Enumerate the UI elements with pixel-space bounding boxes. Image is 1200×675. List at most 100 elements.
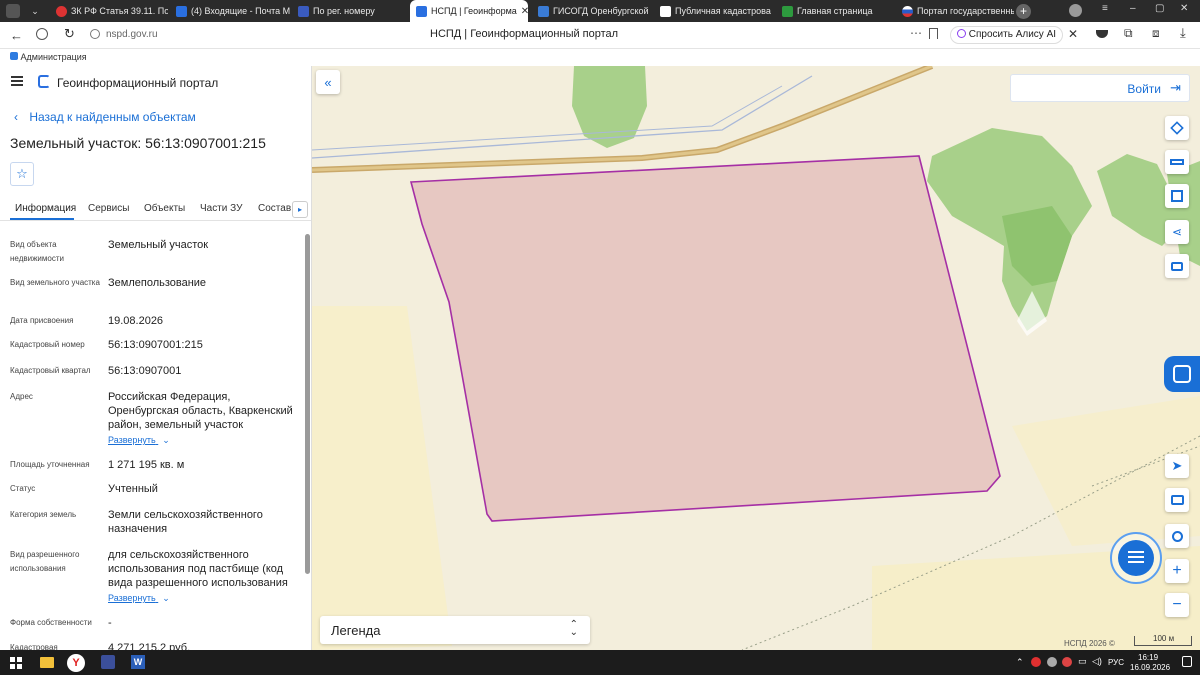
info-row: Вид земельного участка Землепользование	[10, 276, 302, 306]
browser-tab[interactable]: Главная страница	[776, 0, 894, 22]
star-icon: ☆	[16, 166, 28, 181]
share-button[interactable]: ⋖	[1165, 220, 1189, 244]
notifications-icon[interactable]	[1182, 656, 1192, 667]
info-value: Земли сельскохозяйственного назначения	[108, 509, 263, 535]
back-link[interactable]: ‹ Назад к найденным объектам	[14, 110, 196, 124]
info-value[interactable]: 56:13:0907001:215	[108, 338, 296, 352]
reload-icon[interactable]: ↻	[64, 26, 75, 42]
hamburger-menu-icon[interactable]	[11, 76, 23, 86]
shield-icon[interactable]	[36, 28, 48, 40]
download-icon[interactable]: ⤓	[1180, 25, 1186, 41]
tab-services[interactable]: Сервисы	[88, 203, 129, 214]
app-title: Геоинформационный портал	[57, 76, 219, 90]
zoom-in-button[interactable]: +	[1165, 559, 1189, 583]
object-title: Земельный участок: 56:13:0907001:215	[10, 135, 266, 151]
back-arrow-icon[interactable]: ←	[10, 28, 23, 43]
info-row: Дата присвоения 19.08.2026	[10, 314, 302, 330]
tabs-dropdown-icon[interactable]: ⌄	[28, 4, 42, 18]
tray-icon[interactable]	[1062, 657, 1072, 667]
chevron-updown-icon[interactable]: ⌃ ⌄	[570, 620, 578, 638]
expand-address-link[interactable]: Развернуть ⌄	[108, 435, 170, 446]
tabs-divider	[0, 220, 311, 221]
tab-info[interactable]: Информация	[15, 203, 76, 214]
extension-icon[interactable]	[1096, 30, 1108, 38]
minimap-button[interactable]	[1165, 488, 1189, 512]
network-icon[interactable]: ▭	[1078, 656, 1087, 667]
tab-objects[interactable]: Объекты	[144, 203, 185, 214]
clock-date[interactable]: 16.09.2026	[1130, 663, 1170, 672]
collapse-panel-button[interactable]: «	[316, 70, 340, 94]
geolocation-button[interactable]	[1165, 524, 1189, 548]
puzzle-icon[interactable]: ⧉	[1124, 26, 1133, 41]
locate-button[interactable]: ➤	[1165, 454, 1189, 478]
navigate-icon: ➤	[1171, 458, 1183, 473]
bookmark-item[interactable]: Администрация	[10, 52, 87, 62]
select-icon	[1171, 190, 1183, 202]
map-canvas[interactable]	[312, 66, 1200, 650]
target-icon	[1171, 530, 1183, 542]
map-view[interactable]: « Войти ⇥ ⋖ ➤ + − Легенда ⌃ ⌄ НСПД 2026 ©…	[312, 66, 1200, 650]
site-favicon-icon	[660, 5, 671, 17]
browser-tab[interactable]: По рег. номеру	[292, 0, 404, 22]
more-icon[interactable]: ⋯	[910, 26, 922, 40]
mail-favicon-icon	[176, 5, 187, 17]
browser-tab[interactable]: ГИСОГД Оренбургской	[532, 0, 650, 22]
zoom-out-button[interactable]: −	[1165, 593, 1189, 617]
bookmark-icon[interactable]	[929, 28, 938, 39]
info-label: Форма собственности	[10, 618, 92, 627]
expand-usage-link[interactable]: Развернуть ⌄	[108, 593, 170, 604]
volume-icon[interactable]: ◁)	[1092, 656, 1102, 667]
window-menu-icon[interactable]: ≡	[1102, 3, 1108, 14]
language-indicator[interactable]: РУС	[1108, 658, 1124, 667]
chevron-left-icon: ‹	[14, 110, 18, 124]
extension-icon[interactable]: ✕	[1068, 27, 1078, 41]
double-chevron-left-icon: «	[324, 74, 332, 90]
windows-start-icon[interactable]	[10, 657, 22, 669]
map-search-icon	[1173, 365, 1191, 383]
layers-button[interactable]	[1165, 116, 1189, 140]
url-field[interactable]: nspd.gov.ru	[106, 29, 158, 40]
new-tab-button[interactable]: +	[1016, 4, 1031, 19]
tabs-scroll-right-button[interactable]: ▸	[292, 201, 308, 218]
tab-parts[interactable]: Части ЗУ	[200, 203, 242, 214]
clock-time[interactable]: 16:19	[1138, 653, 1158, 662]
window-close-button[interactable]: ✕	[1180, 3, 1188, 14]
flag-icon	[10, 52, 18, 60]
file-explorer-icon[interactable]	[40, 657, 54, 668]
profile-avatar[interactable]	[1069, 4, 1082, 17]
minimize-button[interactable]: –	[1130, 3, 1136, 14]
word-icon[interactable]: W	[131, 655, 145, 669]
browser-tab[interactable]: ЗК РФ Статья 39.11. Пор	[50, 0, 168, 22]
tray-chevron-icon[interactable]: ⌃	[1016, 657, 1024, 668]
chevron-down-icon: ⌄	[162, 593, 170, 603]
info-value: 4 271 215,2 руб.	[108, 642, 191, 650]
app-taskbar-icon[interactable]	[101, 655, 115, 669]
measure-button[interactable]	[1165, 150, 1189, 174]
side-panel-tab[interactable]	[1164, 356, 1200, 392]
maximize-button[interactable]: ▢	[1155, 3, 1164, 14]
close-icon[interactable]: ✕	[521, 6, 528, 17]
tray-icon[interactable]	[1047, 657, 1057, 667]
login-button[interactable]: Войти ⇥	[1010, 74, 1190, 102]
alice-button[interactable]: Спросить Алису AI	[950, 26, 1064, 44]
select-area-button[interactable]	[1165, 184, 1189, 208]
favorite-button[interactable]: ☆	[10, 162, 34, 186]
browser-tab[interactable]: Публичная кадастрова	[654, 0, 772, 22]
tab-composition[interactable]: Состав	[258, 203, 291, 214]
yandex-browser-icon[interactable]: Y	[67, 654, 85, 672]
browser-tab[interactable]: Портал государственны	[896, 0, 1014, 22]
tray-icon[interactable]	[1031, 657, 1041, 667]
browser-tab-active[interactable]: НСПД | Геоинформа ✕	[410, 0, 528, 22]
chat-button[interactable]	[1110, 532, 1162, 584]
panel-scrollbar[interactable]	[305, 234, 310, 574]
login-arrow-icon: ⇥	[1170, 80, 1181, 95]
print-button[interactable]	[1165, 254, 1189, 278]
info-value[interactable]: 56:13:0907001	[108, 364, 296, 378]
info-label: Площадь уточненная	[10, 460, 90, 469]
browser-menu-button[interactable]	[6, 4, 20, 18]
page-title: НСПД | Геоинформационный портал	[430, 28, 619, 40]
browser-tab[interactable]: (4) Входящие - Почта М	[170, 0, 310, 22]
legend-panel[interactable]: Легенда ⌃ ⌄	[320, 616, 590, 644]
legend-title: Легенда	[331, 623, 381, 638]
save-icon[interactable]: ⧈	[1152, 26, 1160, 41]
